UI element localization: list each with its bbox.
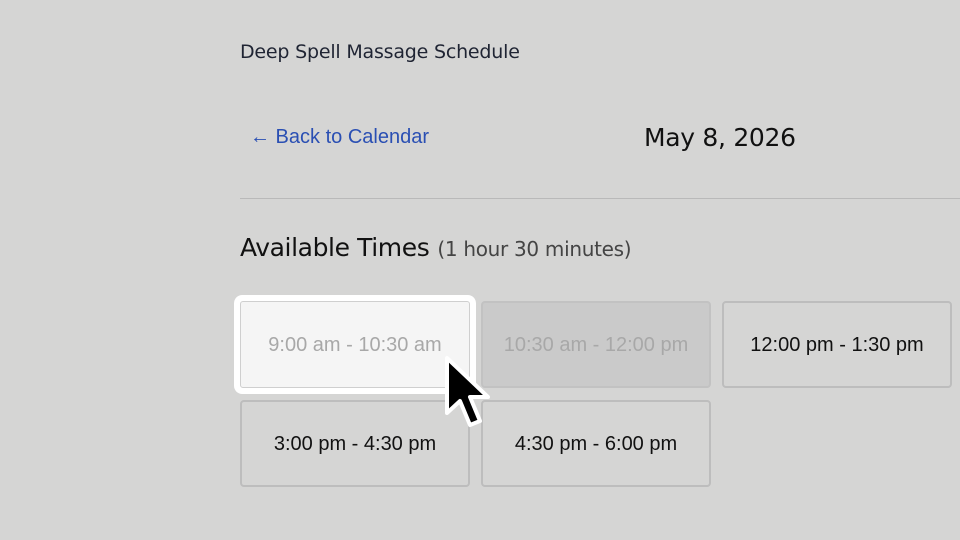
time-slot-9-00-am[interactable]: 9:00 am - 10:30 am bbox=[240, 301, 470, 388]
time-slot-label: 12:00 pm - 1:30 pm bbox=[750, 333, 924, 356]
time-slot-3-00-pm[interactable]: 3:00 pm - 4:30 pm bbox=[240, 400, 470, 487]
time-slot-12-00-pm[interactable]: 12:00 pm - 1:30 pm bbox=[722, 301, 952, 388]
time-slot-label: 3:00 pm - 4:30 pm bbox=[273, 432, 437, 455]
available-times-heading: Available Times (1 hour 30 minutes) bbox=[240, 233, 632, 262]
selected-date: May 8, 2026 bbox=[644, 123, 796, 152]
time-slot-label: 4:30 pm - 6:00 pm bbox=[514, 432, 678, 455]
page-title: Deep Spell Massage Schedule bbox=[240, 41, 520, 63]
session-duration: (1 hour 30 minutes) bbox=[437, 237, 632, 261]
time-slot-label: 9:00 am - 10:30 am bbox=[268, 333, 442, 356]
section-title: Available Times bbox=[240, 233, 430, 262]
time-slot-10-30-am: 10:30 am - 12:00 pm bbox=[481, 301, 711, 388]
time-slot-label: 10:30 am - 12:00 pm bbox=[503, 333, 689, 356]
back-to-calendar-link[interactable]: ← Back to Calendar bbox=[250, 126, 429, 149]
divider bbox=[240, 198, 960, 199]
time-slot-4-30-pm[interactable]: 4:30 pm - 6:00 pm bbox=[481, 400, 711, 487]
